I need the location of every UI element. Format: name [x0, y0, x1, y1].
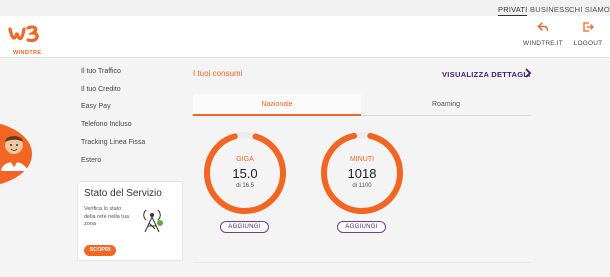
antenna-icon [143, 209, 163, 233]
back-arrow-icon [537, 22, 549, 32]
service-status-card: Stato del Servizio Verifica lo stato del… [77, 181, 183, 261]
tab-roaming[interactable]: Roaming [361, 94, 531, 116]
tab-nazionale[interactable]: Nazionale [193, 94, 361, 116]
logout-icon [583, 22, 594, 32]
giga-gauge: GIGA 15.0 di 16.5 [201, 129, 289, 217]
chevron-right-icon[interactable] [524, 68, 532, 78]
menu-item-credito[interactable]: Il tuo Credito [81, 86, 121, 93]
aggiungi-minuti-button[interactable]: AGGIUNGI [337, 221, 386, 233]
logout-label: LOGOUT [573, 40, 603, 47]
assistant-avatar[interactable] [0, 121, 34, 187]
nav-privati[interactable]: PRIVATI [498, 5, 528, 16]
giga-total: di 16.5 [235, 183, 254, 189]
scopri-button[interactable]: SCOPRI [84, 245, 116, 256]
consumi-title: I tuoi consumi [193, 69, 243, 78]
menu-item-estero[interactable]: Estero [81, 157, 101, 164]
windtre-it-button[interactable]: WINDTRE.IT [522, 21, 564, 47]
menu-item-telefono-incluso[interactable]: Telefono Incluso [81, 121, 132, 128]
visualizza-dettagli-link[interactable]: VISUALIZZA DETTAGLI [442, 70, 531, 79]
giga-label: GIGA [236, 156, 254, 163]
top-nav: PRIVATI BUSINESS CHI SIAMO [0, 0, 610, 16]
menu-item-tracking-linea[interactable]: Tracking Linea Fissa [81, 139, 145, 146]
logout-button[interactable]: LOGOUT [571, 21, 605, 47]
divider [193, 262, 531, 263]
service-text: Verifica lo stato della rete nella tua z… [84, 206, 129, 227]
minuti-gauge: MINUTI 1018 di 1100 [318, 129, 406, 217]
minuti-label: MINUTI [349, 156, 375, 163]
nav-chi-siamo[interactable]: CHI SIAMO [569, 5, 610, 14]
nav-business[interactable]: BUSINESS [530, 5, 570, 14]
consumi-tabs: Nazionale Roaming [193, 94, 531, 116]
menu-item-traffico[interactable]: Il tuo Traffico [81, 68, 121, 75]
giga-value: 15.0 [232, 166, 258, 181]
windtre-it-label: WINDTRE.IT [523, 40, 563, 47]
minuti-total: di 1100 [352, 183, 372, 189]
brand-text: WINDTRE [13, 50, 42, 56]
menu-item-easy-pay[interactable]: Easy Pay [81, 103, 111, 110]
header: WINDTRE WINDTRE.IT LOGOUT [0, 16, 610, 58]
service-title: Stato del Servizio [84, 188, 162, 199]
aggiungi-giga-button[interactable]: AGGIUNGI [220, 221, 269, 233]
minuti-value: 1018 [347, 166, 377, 181]
windtre-logo[interactable]: WINDTRE [6, 21, 46, 56]
